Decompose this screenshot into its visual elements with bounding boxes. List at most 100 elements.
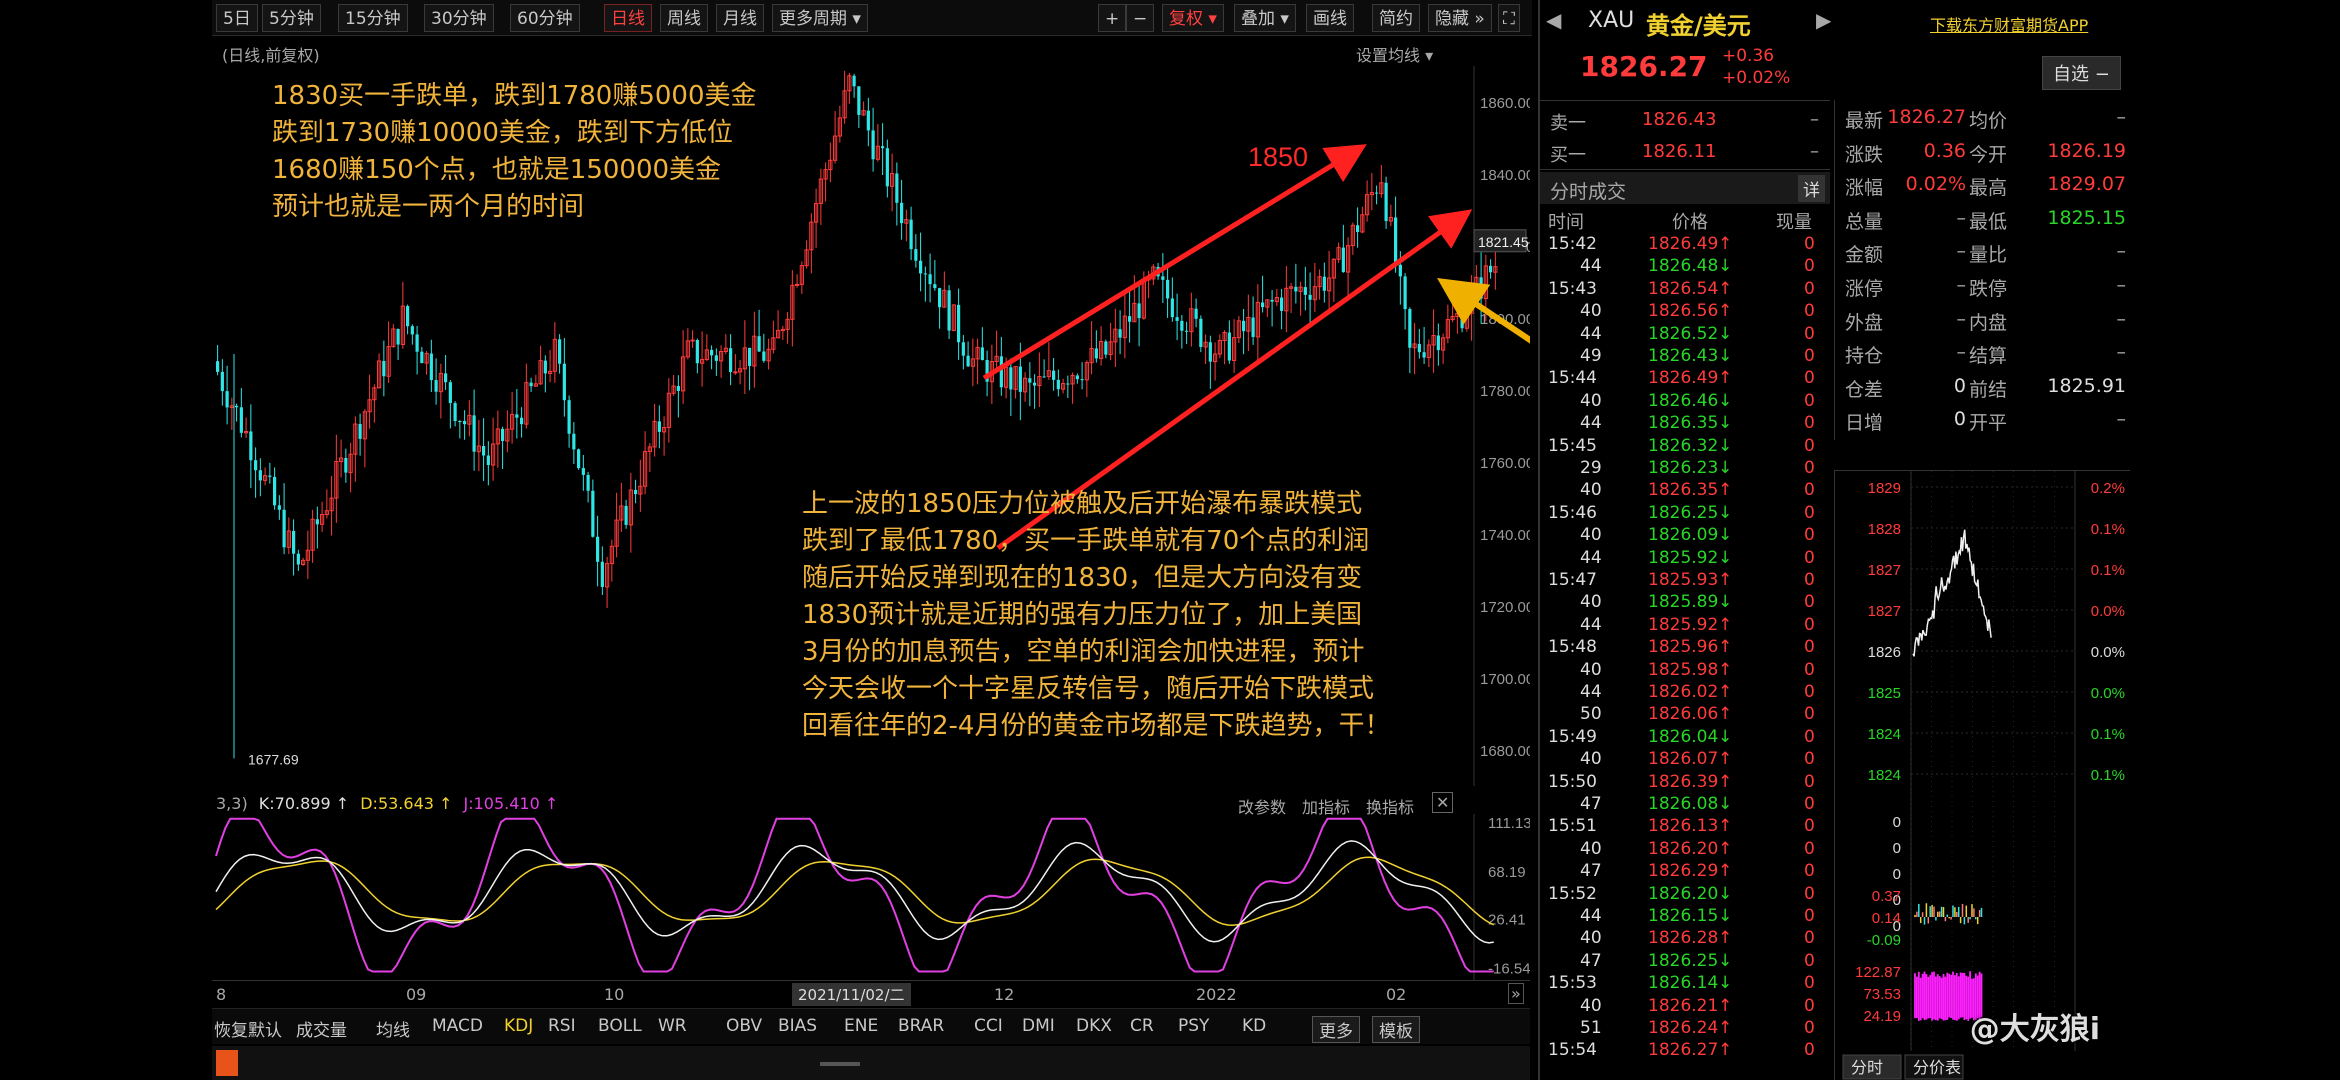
draw-line-button[interactable]: 画线: [1306, 4, 1354, 32]
kdj-k-line: [215, 840, 1494, 944]
candle-body: [567, 400, 571, 434]
candle-body: [1194, 308, 1198, 319]
price-axis-label: 1840.00: [1480, 167, 1530, 184]
tick-price: 1826.39: [1648, 771, 1719, 792]
tick-time: 49: [1580, 346, 1602, 366]
chart-scrollbar[interactable]: [212, 1046, 1530, 1080]
candle-body: [795, 283, 800, 286]
indicator-tab[interactable]: KD: [1242, 1016, 1266, 1036]
mini-tab-timeshare[interactable]: 分时: [1851, 1059, 1883, 1077]
candle-body: [690, 339, 695, 342]
candle-body: [254, 460, 258, 471]
period-more-button[interactable]: 更多周期 ▾: [772, 4, 868, 32]
annotation-line: 随后开始反弹到现在的1830，但是大方向没有变: [802, 563, 1363, 593]
add-watchlist-button[interactable]: 自选 −: [2042, 56, 2121, 90]
indicator-tab[interactable]: 模板: [1372, 1016, 1420, 1043]
tick-volume: 0: [1804, 906, 1815, 926]
indicator-tab[interactable]: WR: [658, 1016, 687, 1036]
period-monthly[interactable]: 月线: [716, 4, 764, 32]
candle-body: [1080, 379, 1084, 381]
close-icon[interactable]: ✕: [1432, 792, 1454, 813]
tick-volume: 0: [1804, 435, 1815, 456]
arrow-down-icon: ↓: [1718, 346, 1733, 366]
tick-row: 47 1826.25 ↓ 0: [1540, 951, 1830, 973]
candle-body: [1384, 182, 1388, 222]
indicator-tab[interactable]: RSI: [548, 1016, 576, 1036]
indicator-tab[interactable]: OBV: [726, 1016, 762, 1036]
add-indicator-button[interactable]: 加指标: [1302, 794, 1350, 818]
candle-body: [1227, 332, 1231, 361]
tick-header-volume: 现量: [1776, 212, 1812, 233]
double-chevron-right-icon[interactable]: »: [1508, 983, 1524, 1004]
indicator-tab[interactable]: KDJ: [504, 1016, 533, 1036]
indicator-tab[interactable]: BRAR: [898, 1016, 944, 1036]
change-params-button[interactable]: 改参数: [1238, 794, 1286, 818]
arrow-down-icon: ↓: [1718, 256, 1733, 277]
period-weekly[interactable]: 周线: [660, 4, 708, 32]
indicator-tab[interactable]: CCI: [974, 1016, 1003, 1036]
indicator-tab[interactable]: 恢复默认: [214, 1016, 282, 1041]
period-5day[interactable]: 5日: [216, 4, 258, 32]
zoom-in-button[interactable]: +: [1098, 4, 1127, 32]
period-5min[interactable]: 5分钟: [262, 4, 321, 32]
indicator-tabs: 恢复默认 成交量 均线 MACD KDJ RSI BOLL WR OBV BIAS ENE BRAR C…: [212, 1008, 1530, 1044]
tick-price: 1826.24: [1648, 1018, 1719, 1038]
period-30min[interactable]: 30分钟: [424, 4, 494, 32]
zoom-out-button[interactable]: −: [1126, 4, 1155, 32]
switch-indicator-button[interactable]: 换指标: [1366, 794, 1414, 818]
indicator-tab[interactable]: BOLL: [598, 1016, 642, 1036]
fullscreen-icon[interactable]: ⛶: [1498, 4, 1520, 32]
tick-price: 1825.92: [1648, 614, 1719, 635]
indicator-tab[interactable]: DKX: [1076, 1016, 1112, 1036]
candle-body: [277, 505, 281, 510]
kdj-panel[interactable]: 3,3) K:70.899 ↑ D:53.643 ↑ J:105.410 ↑ 改…: [212, 790, 1532, 980]
indicator-tab[interactable]: DMI: [1022, 1016, 1055, 1036]
adjust-button[interactable]: 复权 ▾: [1162, 4, 1224, 32]
candle-body: [453, 403, 457, 422]
tick-time: 15:50: [1548, 771, 1597, 792]
tick-list[interactable]: 15:42 1826.49 ↑ 0 44 1826.48 ↓ 0 15:43 1826.54 ↑ 0 4…: [1540, 234, 1830, 1080]
next-symbol-icon[interactable]: ▶: [1816, 8, 1831, 32]
hide-button[interactable]: 隐藏 »: [1428, 4, 1492, 32]
tick-time: 15:44: [1548, 368, 1597, 389]
indicator-tab[interactable]: ENE: [844, 1016, 878, 1036]
indicator-tab[interactable]: 均线: [376, 1016, 410, 1041]
mini-left-axis-label: 1827: [1868, 603, 1901, 620]
period-60min[interactable]: 60分钟: [510, 4, 580, 32]
tick-title-bar: 分时成交 详: [1540, 172, 1830, 204]
tick-row: 40 1825.98 ↑ 0: [1540, 660, 1830, 682]
period-daily[interactable]: 日线: [604, 4, 652, 32]
period-15min[interactable]: 15分钟: [338, 4, 408, 32]
indicator-tab[interactable]: 更多: [1312, 1016, 1360, 1043]
arrow-up-icon: ↑: [1718, 682, 1733, 702]
hide-label: 隐藏: [1435, 9, 1469, 29]
arrow-up-icon: ↑: [1718, 637, 1733, 658]
candle-body: [1422, 352, 1426, 358]
scroll-thumb[interactable]: [216, 1050, 238, 1076]
overlay-button[interactable]: 叠加 ▾: [1234, 4, 1296, 32]
candle-body: [486, 455, 490, 466]
mini-right-axis-label: 0.1%: [2091, 726, 2125, 743]
mini-indicator-axis-label: 24.19: [1863, 1008, 1901, 1025]
low-price-label: 1677.69: [248, 751, 299, 767]
tick-time: 40: [1580, 301, 1602, 322]
arrow-down-icon: ↓: [1718, 950, 1733, 971]
simple-button[interactable]: 简约: [1372, 4, 1420, 32]
candle-body: [857, 86, 861, 115]
candle-body: [296, 553, 300, 565]
ma-settings-button[interactable]: 设置均线 ▾: [1356, 42, 1433, 66]
mini-tab-price-table[interactable]: 分价表: [1913, 1059, 1961, 1077]
tick-detail-button[interactable]: 详: [1798, 175, 1825, 202]
kdj-svg: 111.13 68.19 26.41 -16.54: [215, 814, 1532, 980]
intraday-mini-chart[interactable]: 1829 1828 1827 1827 1826 1825 1824 1824 0 0 0 0 0 0.2…: [1834, 470, 2130, 1080]
download-app-link[interactable]: 下载东方财富期货APP: [1930, 12, 2088, 36]
stat-value: 1829.07: [2047, 173, 2126, 196]
indicator-tab[interactable]: CR: [1130, 1016, 1154, 1036]
indicator-tab[interactable]: PSY: [1178, 1016, 1209, 1036]
double-chevron-right-icon: »: [1474, 9, 1485, 29]
indicator-tab[interactable]: MACD: [432, 1016, 483, 1036]
tick-time: 40: [1580, 480, 1602, 501]
indicator-tab[interactable]: BIAS: [778, 1016, 817, 1036]
indicator-tab[interactable]: 成交量: [296, 1016, 347, 1041]
prev-symbol-icon[interactable]: ◀: [1546, 8, 1561, 32]
